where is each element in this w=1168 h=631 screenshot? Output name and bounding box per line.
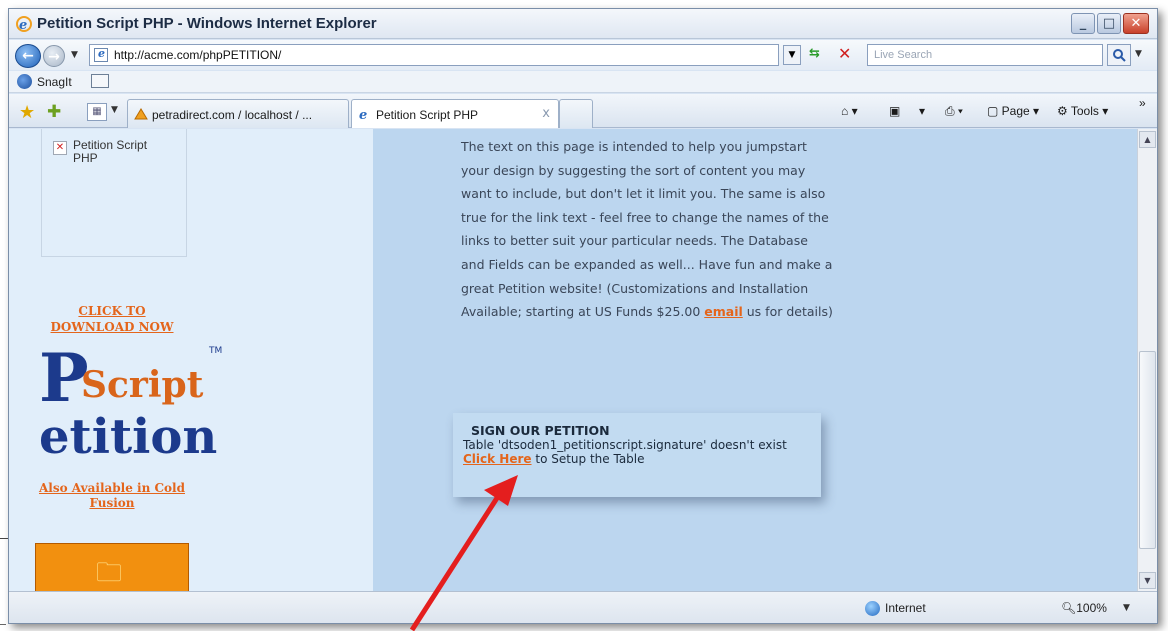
security-zone[interactable]: Internet — [885, 601, 926, 615]
tab-petition-script[interactable]: e Petition Script PHP x — [351, 99, 559, 128]
back-button[interactable]: ← — [15, 44, 41, 68]
scroll-thumb[interactable] — [1139, 351, 1156, 549]
new-tab-button[interactable] — [559, 99, 593, 128]
stop-icon[interactable]: ✕ — [838, 44, 851, 63]
page-icon: ▢ — [987, 104, 1002, 118]
petition-error-message: Table 'dtsoden1_petitionscript.signature… — [463, 438, 813, 466]
tab-list-dropdown-icon[interactable]: ▼ — [111, 105, 118, 115]
maximize-button[interactable]: □ — [1097, 13, 1121, 34]
ie-logo-icon: e — [16, 16, 32, 33]
status-bar: Internet 🔍︎100% ▼ — [9, 591, 1157, 623]
browser-window: e Petition Script PHP - Windows Internet… — [8, 8, 1158, 624]
title-bar: e Petition Script PHP - Windows Internet… — [9, 9, 1157, 39]
setup-table-link[interactable]: Click Here — [463, 452, 532, 466]
window-title: Petition Script PHP - Windows Internet E… — [37, 15, 377, 32]
zoom-value: 100% — [1076, 601, 1107, 615]
tab-phpmyadmin[interactable]: petradirect.com / localhost / ... — [127, 99, 349, 128]
navigation-bar: ← → ▼ http://acme.com/phpPETITION/ ▼ ⇆ ✕… — [9, 40, 1157, 70]
links-toolbar: SnagIt — [9, 71, 1157, 93]
magnifier-icon — [1113, 49, 1126, 62]
snagit-icon[interactable] — [17, 74, 32, 89]
search-placeholder: Live Search — [874, 49, 933, 61]
scroll-down-arrow-icon[interactable]: ▼ — [1139, 572, 1156, 589]
forward-arrow-icon: → — [48, 49, 60, 65]
logo-script-word: Script — [81, 364, 204, 406]
zoom-level[interactable]: 🔍︎100% — [1061, 601, 1107, 615]
page-edge-mark — [0, 538, 8, 539]
tools-menu-label: Tools — [1070, 104, 1099, 118]
forward-button[interactable]: → — [43, 45, 65, 67]
svg-text:e: e — [359, 108, 367, 121]
broken-image-icon: ✕ — [53, 141, 67, 155]
logo-etition-word: etition — [39, 409, 217, 455]
maximize-icon: □ — [1102, 16, 1116, 31]
tab-bar: ★ ✚ ▦ ▼ petradirect.com / localhost / ..… — [9, 94, 1157, 128]
gear-icon: ⚙ — [1057, 104, 1071, 118]
feeds-dropdown-icon[interactable]: ▾ — [919, 104, 925, 118]
broken-image-alt-text: Petition Script PHP — [73, 138, 148, 165]
email-link[interactable]: email — [704, 304, 743, 319]
page-menu[interactable]: ▢ Page ▾ — [987, 104, 1039, 118]
favorites-star-icon[interactable]: ★ — [19, 102, 35, 123]
refresh-icon[interactable]: ⇆ — [809, 46, 820, 61]
zoom-dropdown-icon[interactable]: ▼ — [1123, 603, 1130, 613]
intro-tail: us for details) — [742, 304, 833, 320]
feeds-icon[interactable]: ▣ — [889, 104, 900, 118]
petition-error-text: Table 'dtsoden1_petitionscript.signature… — [463, 438, 787, 452]
cold-fusion-link[interactable]: Also Available in Cold Fusion — [37, 481, 187, 511]
search-options-dropdown-icon[interactable]: ▼ — [1135, 49, 1142, 59]
add-favorites-icon[interactable]: ✚ — [47, 102, 61, 122]
globe-icon — [865, 601, 880, 616]
tools-menu[interactable]: ⚙ Tools ▾ — [1057, 104, 1108, 118]
snagit-button[interactable]: SnagIt — [37, 75, 72, 89]
recent-pages-dropdown-icon[interactable]: ▼ — [71, 50, 78, 60]
back-arrow-icon: ← — [22, 48, 34, 64]
search-input[interactable]: Live Search — [867, 44, 1103, 66]
ie-page-icon: e — [359, 108, 367, 121]
vertical-scrollbar[interactable]: ▲ ▼ — [1137, 129, 1157, 591]
close-tab-icon[interactable]: x — [542, 106, 550, 121]
petition-script-logo: P Script TM etition — [39, 339, 222, 455]
address-dropdown-button[interactable]: ▼ — [783, 45, 801, 65]
left-sidebar: ✕ Petition Script PHP CLICK TO DOWNLOAD … — [9, 129, 373, 591]
page-edge-mark — [0, 624, 6, 625]
logo-trademark: TM — [208, 346, 222, 356]
page-content: ✕ Petition Script PHP CLICK TO DOWNLOAD … — [9, 129, 1137, 591]
quick-tabs-icon[interactable]: ▦ — [87, 103, 107, 121]
petition-panel: SIGN OUR PETITION Table 'dtsoden1_petiti… — [453, 413, 821, 497]
intro-paragraph: The text on this page is intended to hel… — [461, 135, 833, 324]
address-url[interactable]: http://acme.com/phpPETITION/ — [114, 48, 281, 62]
page-menu-label: Page — [1001, 104, 1030, 118]
tab-label: petradirect.com / localhost / ... — [152, 108, 313, 122]
petition-heading: SIGN OUR PETITION — [471, 423, 610, 438]
close-icon: ✕ — [1130, 16, 1142, 31]
download-now-link[interactable]: CLICK TO DOWNLOAD NOW — [37, 303, 187, 335]
tab-label: Petition Script PHP — [376, 108, 479, 122]
close-window-button[interactable]: ✕ — [1123, 13, 1149, 34]
folder-icon: 🗀 — [96, 558, 123, 588]
chevron-more-icon[interactable]: » — [1139, 96, 1146, 110]
print-icon[interactable]: ⎙ ▾ — [945, 104, 963, 119]
minimize-button[interactable]: _ — [1071, 13, 1095, 34]
promo-banner[interactable]: 🗀 — [35, 543, 189, 591]
home-icon[interactable]: ⌂ ▾ — [841, 104, 858, 118]
phpmyadmin-favicon-icon — [134, 108, 148, 120]
scroll-up-arrow-icon[interactable]: ▲ — [1139, 131, 1156, 148]
snagit-capture-icon[interactable] — [91, 74, 109, 88]
intro-text: The text on this page is intended to hel… — [461, 139, 833, 320]
page-icon — [94, 47, 108, 62]
petition-error-tail: to Setup the Table — [531, 452, 645, 466]
address-bar[interactable]: http://acme.com/phpPETITION/ — [89, 44, 779, 66]
minimize-icon: _ — [1079, 16, 1087, 31]
svg-text:e: e — [19, 18, 27, 33]
search-button[interactable] — [1107, 44, 1131, 66]
